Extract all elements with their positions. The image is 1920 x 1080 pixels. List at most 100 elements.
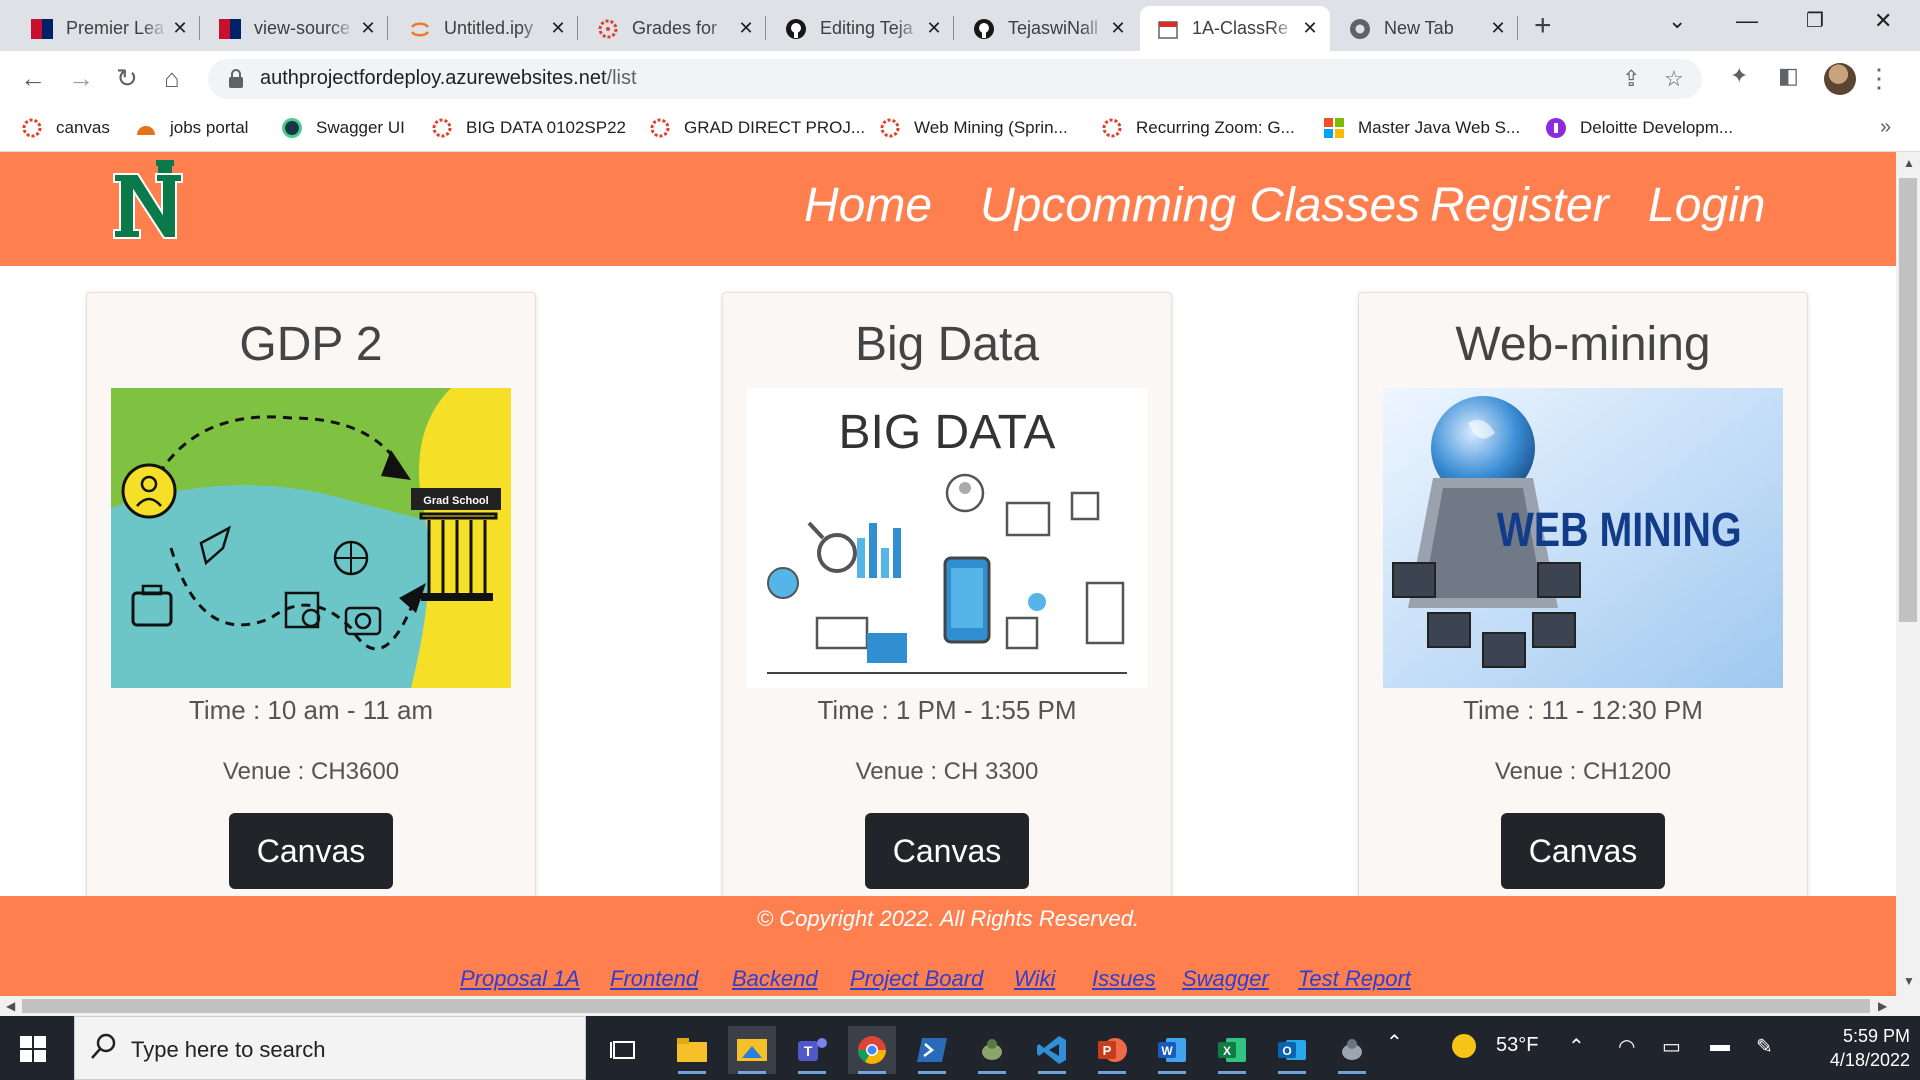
excel-icon[interactable]: X [1208, 1026, 1256, 1074]
wifi-icon[interactable]: ◠ [1618, 1034, 1635, 1059]
extensions-puzzle-icon[interactable]: ✦ [1730, 63, 1748, 89]
footer-link-swagger[interactable]: Swagger [1182, 966, 1269, 992]
scroll-left-icon[interactable]: ◀ [6, 999, 15, 1013]
more-menu-icon[interactable]: ⋮ [1866, 63, 1892, 93]
tab-premier-league[interactable]: Premier Lea ✕ [14, 6, 200, 51]
canvas-button[interactable]: Canvas [229, 813, 393, 889]
bookmark-star-icon[interactable]: ☆ [1664, 66, 1684, 92]
show-hidden-icons-chevron-icon[interactable]: ⌃ [1386, 1030, 1403, 1055]
system-clock[interactable]: 5:59 PM 4/18/2022 [1800, 1024, 1910, 1072]
class-title: Web-mining [1455, 318, 1711, 371]
window-close-icon[interactable]: ✕ [1874, 6, 1892, 36]
class-time: Time : 11 - 12:30 PM [1463, 695, 1703, 725]
footer-link-proposal[interactable]: Proposal 1A [460, 966, 580, 992]
tab-grades[interactable]: Grades for ✕ [580, 6, 766, 51]
horizontal-scrollbar-thumb[interactable] [22, 999, 1870, 1013]
bookmark-label: jobs portal [170, 118, 249, 137]
bug-tool-icon[interactable] [968, 1026, 1016, 1074]
task-view-icon[interactable] [600, 1026, 648, 1074]
nav-register[interactable]: Register [1430, 178, 1609, 233]
bookmark-big-data[interactable]: BIG DATA 0102SP22 [430, 116, 626, 140]
search-icon [89, 1031, 119, 1066]
tab-search-chevron-icon[interactable]: ⌄ [1668, 6, 1686, 36]
search-placeholder: Type here to search [131, 1037, 326, 1062]
university-logo[interactable] [110, 160, 188, 247]
scroll-down-icon[interactable]: ▼ [1903, 974, 1915, 988]
back-arrow-icon[interactable]: ← [20, 63, 46, 93]
tab-title: New Tab [1384, 18, 1454, 38]
tab-editing[interactable]: Editing Teja ✕ [768, 6, 954, 51]
more-bookmarks-chevron-icon[interactable]: » [1880, 116, 1891, 139]
forward-arrow-icon[interactable]: → [68, 63, 94, 93]
footer-link-wiki[interactable]: Wiki [1014, 966, 1055, 992]
tab-new-tab[interactable]: New Tab ✕ [1332, 6, 1518, 51]
footer-link-frontend[interactable]: Frontend [610, 966, 698, 992]
tab-class-registration[interactable]: 1A-ClassRe ✕ [1140, 6, 1330, 51]
taskbar-search-box[interactable]: Type here to search [74, 1016, 586, 1080]
close-icon[interactable]: ✕ [356, 18, 380, 39]
vertical-scrollbar-thumb[interactable] [1899, 178, 1917, 622]
battery-icon[interactable]: ▬ [1710, 1034, 1730, 1057]
pen-icon[interactable]: ✎ [1756, 1034, 1773, 1059]
scroll-up-icon[interactable]: ▲ [1903, 156, 1915, 170]
nav-home[interactable]: Home [804, 178, 932, 233]
avatar[interactable] [1824, 63, 1856, 95]
nav-login[interactable]: Login [1648, 178, 1765, 233]
display-icon[interactable]: ▭ [1662, 1034, 1681, 1059]
bookmark-master-java[interactable]: Master Java Web S... [1322, 116, 1520, 140]
close-icon[interactable]: ✕ [1298, 18, 1322, 39]
tab-jupyter[interactable]: Untitled.ipy ✕ [392, 6, 578, 51]
bookmark-jobs-portal[interactable]: jobs portal [134, 116, 248, 140]
canvas-button[interactable]: Canvas [1501, 813, 1665, 889]
lock-icon[interactable] [228, 69, 244, 94]
teams-icon[interactable]: T [788, 1026, 836, 1074]
restore-icon[interactable]: ❐ [1806, 6, 1824, 36]
share-icon[interactable]: ⇪ [1622, 66, 1640, 92]
close-icon[interactable]: ✕ [1486, 18, 1510, 39]
side-panel-icon[interactable]: ◧ [1778, 63, 1799, 89]
windows-start-icon[interactable] [20, 1036, 46, 1067]
vertical-scrollbar[interactable]: ▲ ▼ [1896, 152, 1920, 1016]
weather-temperature[interactable]: 53°F [1496, 1034, 1538, 1057]
close-icon[interactable]: ✕ [546, 18, 570, 39]
home-icon[interactable]: ⌂ [164, 63, 180, 93]
vscode-icon[interactable] [1028, 1026, 1076, 1074]
footer-link-test-report[interactable]: Test Report [1298, 966, 1411, 992]
reload-icon[interactable]: ↻ [116, 63, 138, 93]
notification-chevron-icon[interactable]: ⌃ [1568, 1034, 1585, 1059]
footer-link-backend[interactable]: Backend [732, 966, 818, 992]
close-icon[interactable]: ✕ [1106, 18, 1130, 39]
bug-tool-icon[interactable] [1328, 1026, 1376, 1074]
url-text[interactable]: authprojectfordeploy.azurewebsites.net/l… [260, 67, 637, 90]
minimize-icon[interactable]: — [1736, 6, 1758, 36]
file-explorer-icon[interactable] [668, 1026, 716, 1074]
word-icon[interactable]: W [1148, 1026, 1196, 1074]
powershell-icon[interactable] [908, 1026, 956, 1074]
powerpoint-icon[interactable]: P [1088, 1026, 1136, 1074]
close-icon[interactable]: ✕ [922, 18, 946, 39]
bookmark-recurring-zoom[interactable]: Recurring Zoom: G... [1100, 116, 1295, 140]
chrome-icon[interactable] [848, 1026, 896, 1074]
tab-view-source[interactable]: view-source ✕ [202, 6, 388, 51]
url-host: authprojectfordeploy.azurewebsites.net [260, 67, 607, 89]
bookmark-canvas[interactable]: canvas [20, 116, 110, 140]
bookmark-grad-direct[interactable]: GRAD DIRECT PROJ... [648, 116, 865, 140]
bookmark-deloitte[interactable]: Deloitte Developm... [1544, 116, 1733, 140]
footer-link-project-board[interactable]: Project Board [850, 966, 983, 992]
nav-upcoming-classes[interactable]: Upcomming Classes [980, 178, 1420, 233]
bookmark-swagger[interactable]: Swagger UI [280, 116, 405, 140]
footer-link-issues[interactable]: Issues [1092, 966, 1156, 992]
horizontal-scrollbar[interactable]: ◀ ▶ [0, 996, 1896, 1016]
outlook-icon[interactable]: O [1268, 1026, 1316, 1074]
tab-github-profile[interactable]: TejaswiNall ✕ [956, 6, 1138, 51]
scroll-right-icon[interactable]: ▶ [1878, 999, 1887, 1013]
weather-sun-icon[interactable] [1450, 1032, 1478, 1066]
close-icon[interactable]: ✕ [168, 18, 192, 39]
photos-icon[interactable] [728, 1026, 776, 1074]
canvas-button[interactable]: Canvas [865, 813, 1029, 889]
new-tab-button[interactable]: + [1534, 8, 1552, 44]
bookmark-label: Swagger UI [316, 118, 405, 137]
address-bar[interactable]: authprojectfordeploy.azurewebsites.net/l… [208, 59, 1702, 99]
bookmark-web-mining[interactable]: Web Mining (Sprin... [878, 116, 1068, 140]
close-icon[interactable]: ✕ [734, 18, 758, 39]
